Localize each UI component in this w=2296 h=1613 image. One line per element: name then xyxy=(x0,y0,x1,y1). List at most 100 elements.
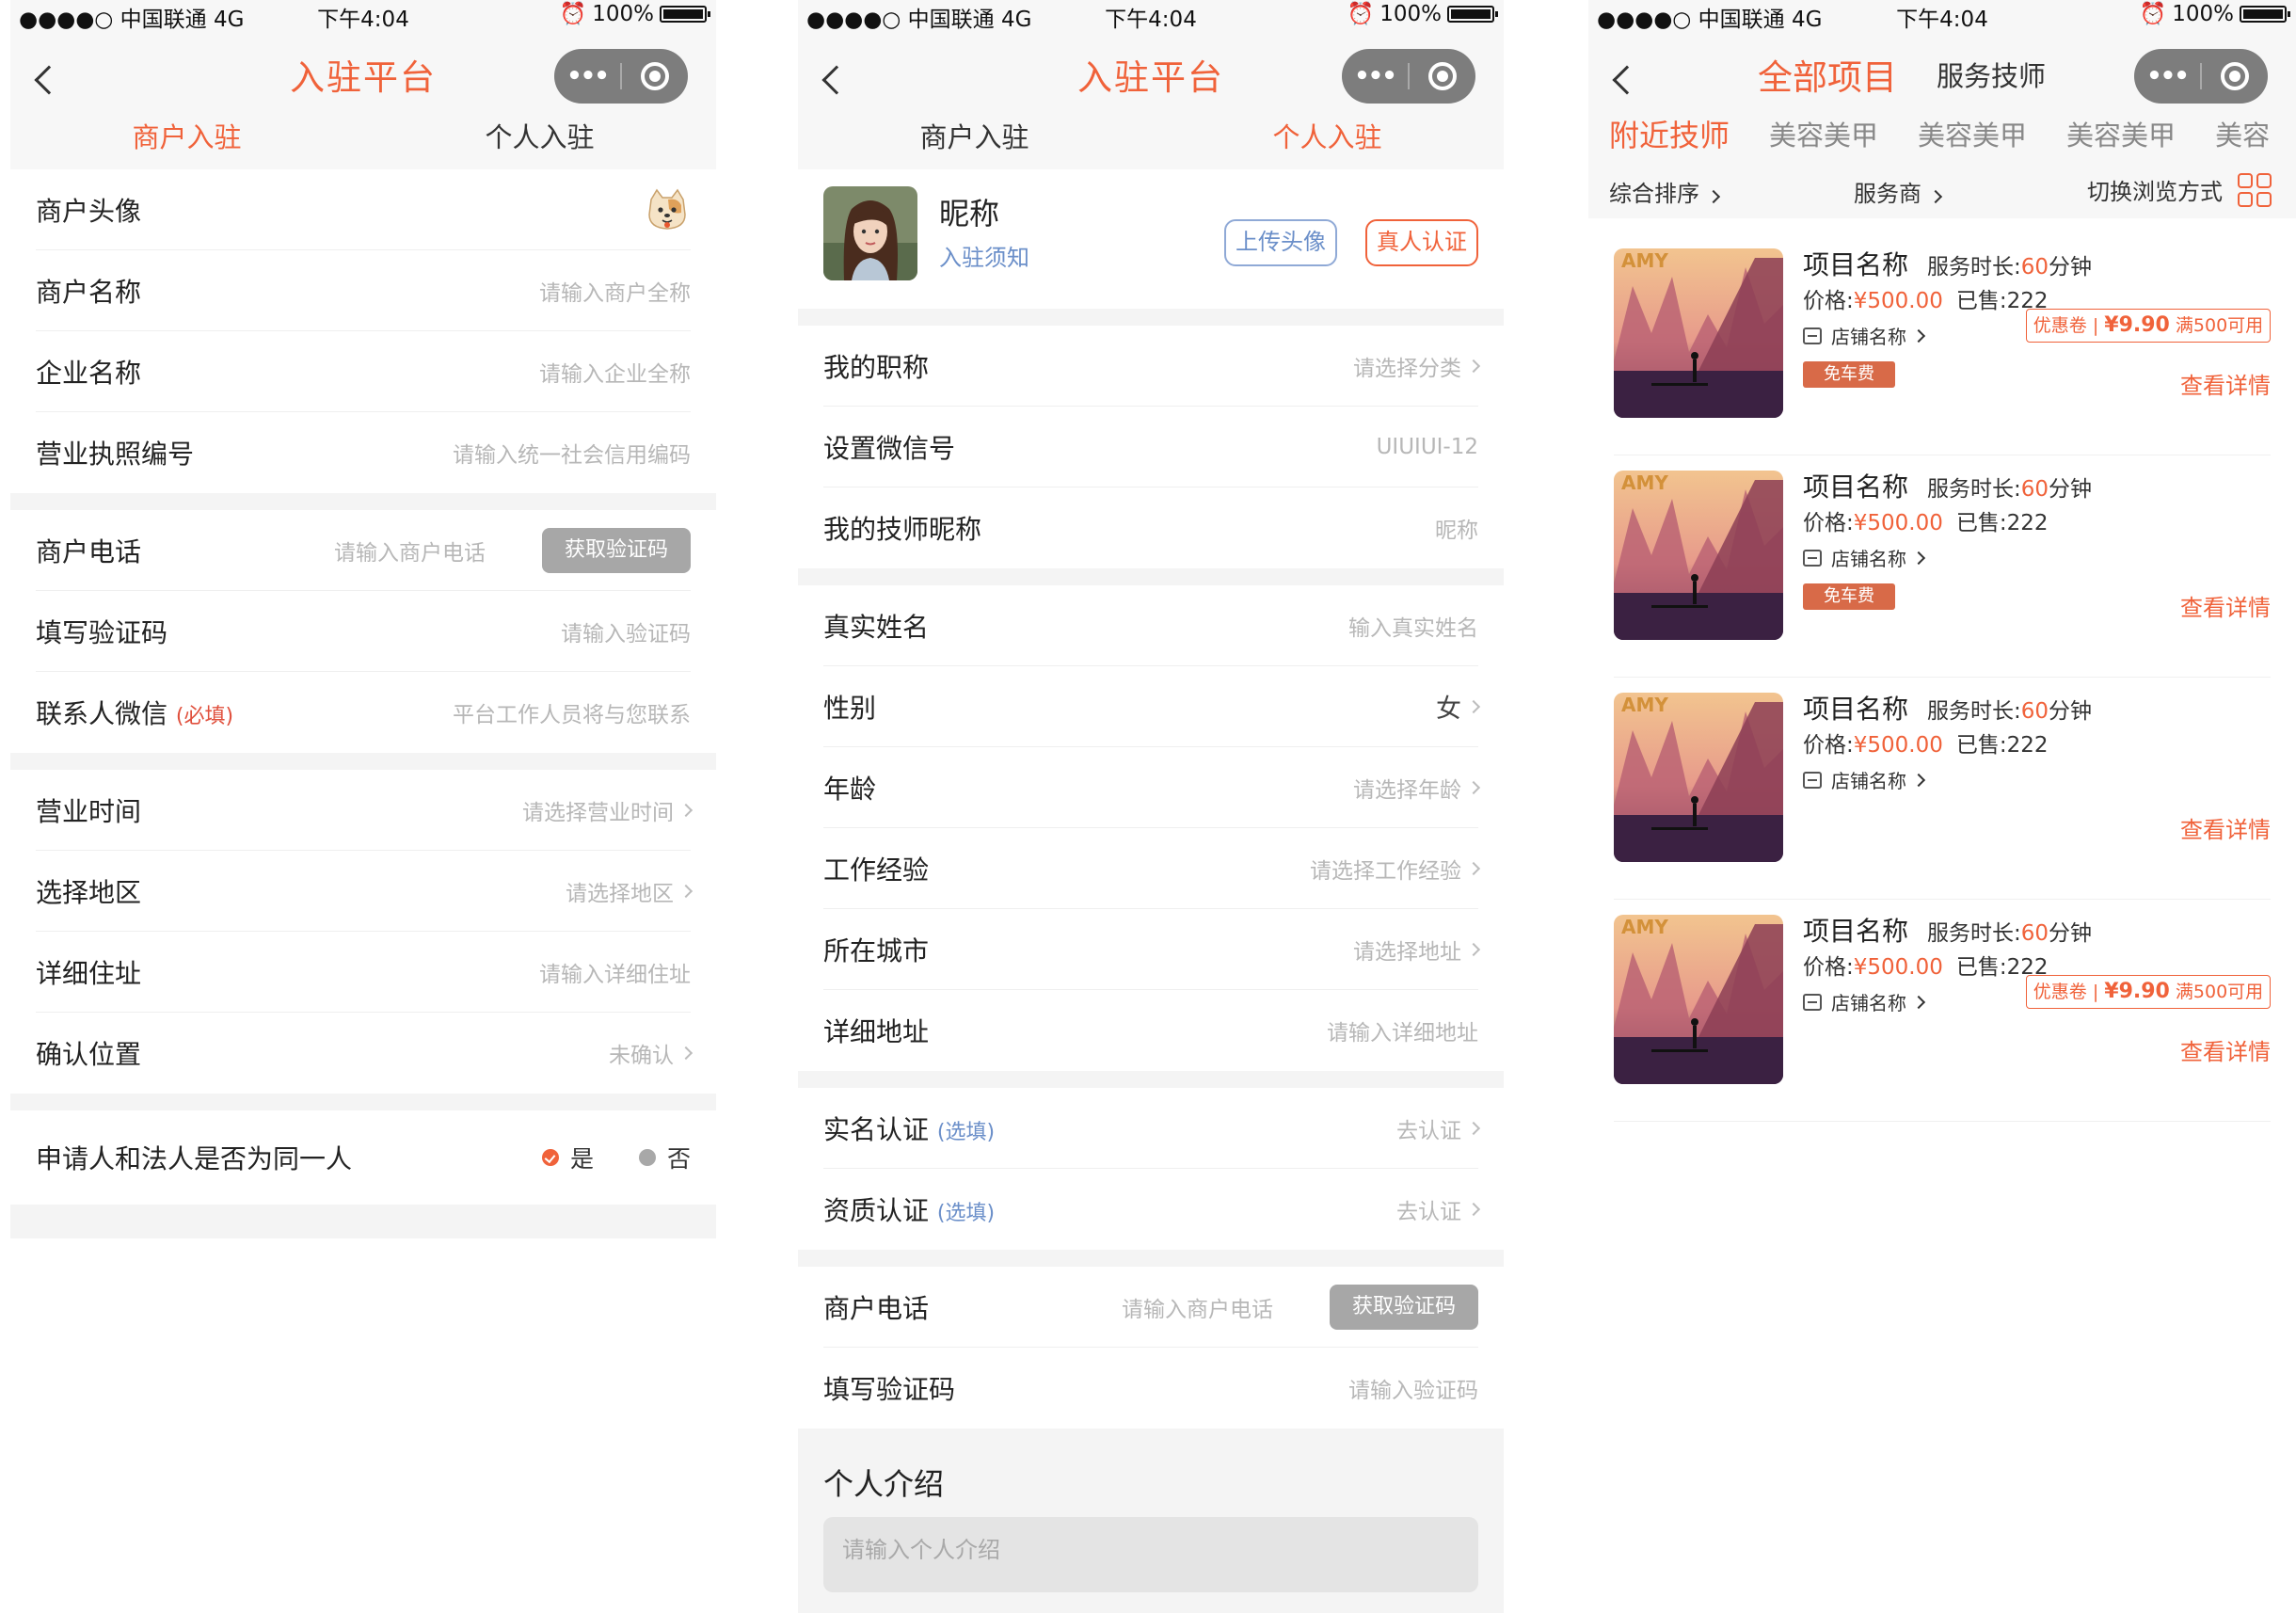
job-title-row[interactable]: 我的职称 请选择分类 xyxy=(823,326,1481,407)
address-row[interactable]: 详细地址 请输入详细地址 xyxy=(823,990,1478,1071)
merchant-phone-row[interactable]: 商户电话 请输入商户电话 获取验证码 xyxy=(823,1267,1478,1348)
tab-personal[interactable]: 个人入驻 xyxy=(1151,105,1504,169)
category-tab[interactable]: 美容美甲 xyxy=(1918,105,2027,166)
switch-view-label[interactable]: 切换浏览方式 xyxy=(2087,173,2223,206)
license-row[interactable]: 营业执照编号 请输入统一社会信用编码 xyxy=(36,412,691,493)
wechat-input[interactable]: 平台工作人员将与您联系 xyxy=(453,696,691,728)
view-detail-link[interactable]: 查看详情 xyxy=(2180,589,2271,622)
location-row[interactable]: 确认位置 未确认 xyxy=(36,1013,694,1094)
tab-merchant[interactable]: 商户入驻 xyxy=(10,105,363,169)
city-select[interactable]: 请选择地址 xyxy=(1353,934,1481,966)
view-detail-link[interactable]: 查看详情 xyxy=(2180,367,2271,400)
radio-no-label[interactable]: 否 xyxy=(667,1141,691,1174)
view-detail-link[interactable]: 查看详情 xyxy=(2180,1033,2271,1066)
job-title-select[interactable]: 请选择分类 xyxy=(1353,350,1481,382)
more-icon[interactable]: ••• xyxy=(554,49,620,104)
store-link[interactable]: 店铺名称 xyxy=(1803,988,1926,1015)
address-input[interactable]: 请输入详细住址 xyxy=(539,956,691,988)
get-code-button[interactable]: 获取验证码 xyxy=(1330,1284,1478,1330)
realname-cert-row[interactable]: 实名认证 (选填) 去认证 xyxy=(823,1088,1481,1169)
tech-nickname-row[interactable]: 我的技师昵称 昵称 xyxy=(823,487,1478,568)
more-icon[interactable]: ••• xyxy=(2134,49,2200,104)
close-capsule-icon[interactable] xyxy=(622,62,688,90)
tab-service-technician[interactable]: 服务技师 xyxy=(1937,55,2046,94)
coupon-badge[interactable]: 优惠卷 | ¥9.90 满500可用 xyxy=(2026,309,2271,343)
location-select[interactable]: 未确认 xyxy=(609,1037,694,1069)
cat-avatar-icon[interactable] xyxy=(644,186,691,233)
business-hours-row[interactable]: 营业时间 请选择营业时间 xyxy=(36,770,694,851)
qualification-cert-link[interactable]: 去认证 xyxy=(1396,1193,1481,1225)
radio-yes-label[interactable]: 是 xyxy=(570,1141,594,1174)
merchant-name-row[interactable]: 商户名称 请输入商户全称 xyxy=(36,250,691,331)
project-card[interactable]: AMY 项目名称 服务时长:60分钟 价格:¥500.00 已售:222 店铺名称… xyxy=(1614,900,2271,1122)
wechat-row[interactable]: 联系人微信 (必填) 平台工作人员将与您联系 xyxy=(36,672,691,753)
real-name-row[interactable]: 真实姓名 输入真实姓名 xyxy=(823,585,1478,666)
address-row[interactable]: 详细住址 请输入详细住址 xyxy=(36,932,691,1013)
radio-no[interactable] xyxy=(638,1149,656,1166)
project-card[interactable]: AMY 项目名称 服务时长:60分钟 价格:¥500.00 已售:222 店铺名称… xyxy=(1614,233,2271,455)
experience-row[interactable]: 工作经验 请选择工作经验 xyxy=(823,828,1481,909)
more-icon[interactable]: ••• xyxy=(1342,49,1408,104)
project-card[interactable]: AMY 项目名称 服务时长:60分钟 价格:¥500.00 已售:222 店铺名称… xyxy=(1614,678,2271,900)
wechat-id-input[interactable]: UIUIUI-12 xyxy=(1377,435,1478,459)
project-thumbnail[interactable]: AMY xyxy=(1614,915,1783,1084)
category-tab[interactable]: 附近技师 xyxy=(1609,105,1730,166)
register-notice-link[interactable]: 入驻须知 xyxy=(939,239,1029,272)
store-link[interactable]: 店铺名称 xyxy=(1803,766,1926,793)
intro-textarea[interactable]: 请输入个人介绍 xyxy=(823,1517,1478,1592)
get-code-button[interactable]: 获取验证码 xyxy=(542,527,691,573)
close-capsule-icon[interactable] xyxy=(1410,62,1475,90)
tech-nickname-input[interactable]: 昵称 xyxy=(1435,512,1478,544)
wechat-id-row[interactable]: 设置微信号 UIUIUI-12 xyxy=(823,407,1478,487)
region-row[interactable]: 选择地区 请选择地区 xyxy=(36,851,694,932)
back-icon[interactable] xyxy=(1612,65,1642,95)
real-name-input[interactable]: 输入真实姓名 xyxy=(1348,610,1478,642)
company-name-input[interactable]: 请输入企业全称 xyxy=(539,356,691,388)
age-row[interactable]: 年龄 请选择年龄 xyxy=(823,747,1481,828)
grid-view-icon[interactable] xyxy=(2238,173,2272,207)
qualification-cert-row[interactable]: 资质认证 (选填) 去认证 xyxy=(823,1169,1481,1250)
project-card[interactable]: AMY 项目名称 服务时长:60分钟 价格:¥500.00 已售:222 店铺名称… xyxy=(1614,455,2271,678)
project-thumbnail[interactable]: AMY xyxy=(1614,248,1783,418)
real-person-verify-button[interactable]: 真人认证 xyxy=(1365,219,1478,266)
store-link[interactable]: 店铺名称 xyxy=(1803,322,1926,349)
coupon-badge[interactable]: 优惠卷 | ¥9.90 满500可用 xyxy=(2026,975,2271,1009)
category-tab[interactable]: 美容美甲 xyxy=(2066,105,2176,166)
gender-select[interactable]: 女 xyxy=(1436,688,1481,725)
view-detail-link[interactable]: 查看详情 xyxy=(2180,811,2271,844)
radio-yes[interactable] xyxy=(541,1149,559,1166)
category-tab[interactable]: 美容美甲 xyxy=(1769,105,1878,166)
merchant-phone-input[interactable]: 请输入商户电话 xyxy=(334,535,486,567)
experience-select[interactable]: 请选择工作经验 xyxy=(1310,853,1481,885)
upload-avatar-button[interactable]: 上传头像 xyxy=(1224,219,1337,266)
verify-code-input[interactable]: 请输入验证码 xyxy=(561,615,691,647)
age-select[interactable]: 请选择年龄 xyxy=(1353,772,1481,804)
merchant-phone-row[interactable]: 商户电话 请输入商户电话 获取验证码 xyxy=(36,510,691,591)
tab-personal[interactable]: 个人入驻 xyxy=(363,105,716,169)
tab-all-projects[interactable]: 全部项目 xyxy=(1758,49,1897,100)
merchant-name-input[interactable]: 请输入商户全称 xyxy=(539,275,691,307)
project-thumbnail[interactable]: AMY xyxy=(1614,693,1783,862)
verify-code-row[interactable]: 填写验证码 请输入验证码 xyxy=(823,1348,1478,1429)
address-input[interactable]: 请输入详细地址 xyxy=(1327,1014,1478,1046)
avatar[interactable] xyxy=(823,186,917,280)
sort-overall[interactable]: 综合排序 xyxy=(1609,175,1721,208)
sort-provider[interactable]: 服务商 xyxy=(1854,175,1943,208)
merchant-phone-input[interactable]: 请输入商户电话 xyxy=(1122,1291,1273,1323)
realname-cert-link[interactable]: 去认证 xyxy=(1396,1112,1481,1144)
business-hours-select[interactable]: 请选择营业时间 xyxy=(522,794,694,826)
tab-merchant[interactable]: 商户入驻 xyxy=(798,105,1151,169)
company-name-row[interactable]: 企业名称 请输入企业全称 xyxy=(36,331,691,412)
close-capsule-icon[interactable] xyxy=(2202,62,2268,90)
region-select[interactable]: 请选择地区 xyxy=(566,875,694,907)
gender-row[interactable]: 性别 女 xyxy=(823,666,1481,747)
license-input[interactable]: 请输入统一社会信用编码 xyxy=(453,437,691,469)
category-tab[interactable]: 美容 xyxy=(2215,105,2270,166)
verify-code-input[interactable]: 请输入验证码 xyxy=(1348,1372,1478,1404)
bottom-spacer xyxy=(10,1205,716,1238)
merchant-avatar-row[interactable]: 商户头像 xyxy=(36,169,691,250)
project-thumbnail[interactable]: AMY xyxy=(1614,471,1783,640)
verify-code-row[interactable]: 填写验证码 请输入验证码 xyxy=(36,591,691,672)
city-row[interactable]: 所在城市 请选择地址 xyxy=(823,909,1481,990)
store-link[interactable]: 店铺名称 xyxy=(1803,544,1926,571)
